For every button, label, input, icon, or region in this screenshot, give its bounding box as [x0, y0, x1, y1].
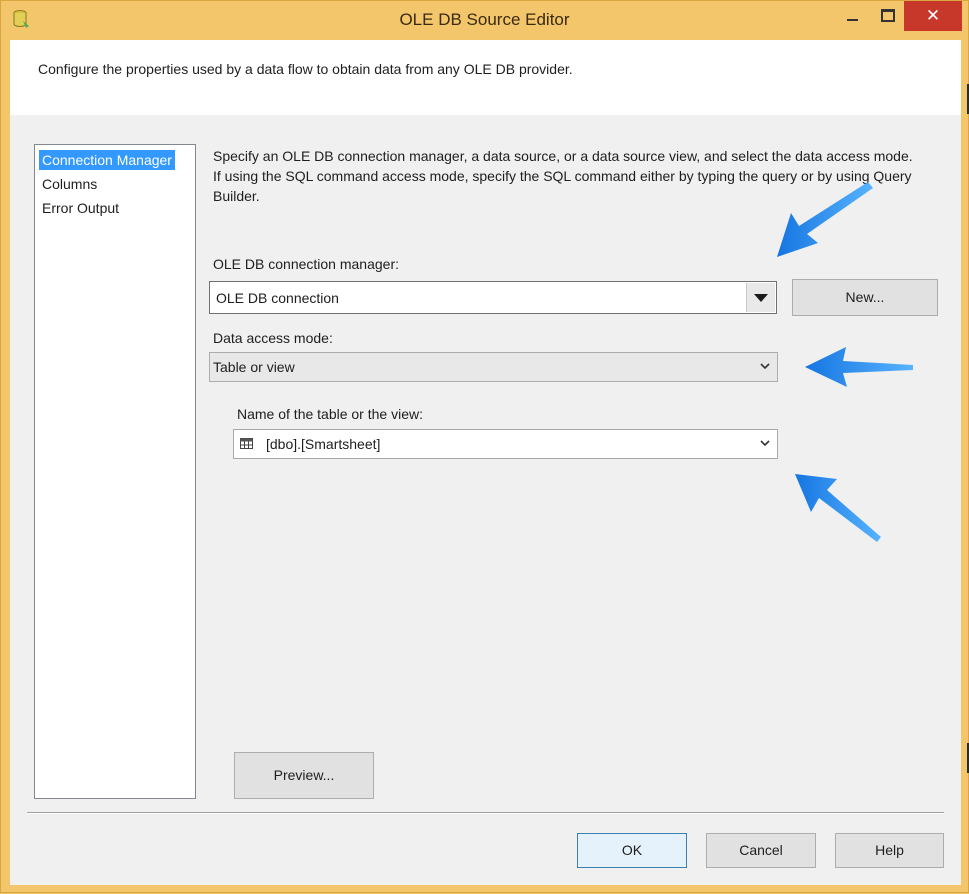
table-name-label: Name of the table or the view: — [237, 406, 423, 422]
header-description: Configure the properties used by a data … — [38, 61, 573, 77]
access-mode-combo[interactable]: Table or view — [209, 352, 778, 382]
instructions-text: Specify an OLE DB connection manager, a … — [213, 148, 913, 204]
help-button[interactable]: Help — [835, 833, 944, 868]
connection-manager-value: OLE DB connection — [216, 290, 339, 306]
header-band: Configure the properties used by a data … — [10, 40, 961, 115]
maximize-icon[interactable] — [869, 1, 905, 31]
page-nav-list: Connection Manager Columns Error Output — [34, 144, 196, 799]
dialog-client-area: Configure the properties used by a data … — [10, 40, 961, 885]
access-mode-label: Data access mode: — [213, 330, 333, 346]
access-mode-value: Table or view — [213, 359, 295, 375]
connection-manager-label: OLE DB connection manager: — [213, 256, 399, 272]
footer-divider — [27, 812, 944, 814]
table-name-value: [dbo].[Smartsheet] — [266, 436, 381, 452]
table-icon — [240, 438, 253, 449]
nav-item-columns[interactable]: Columns — [39, 174, 100, 194]
dialog-window: OLE DB Source Editor ✕ Configure the pro… — [0, 0, 969, 893]
ok-button[interactable]: OK — [577, 833, 687, 868]
title-bar[interactable]: OLE DB Source Editor ✕ — [1, 1, 968, 39]
preview-button[interactable]: Preview... — [234, 752, 374, 799]
connection-manager-combo[interactable]: OLE DB connection — [209, 281, 777, 314]
window-title: OLE DB Source Editor — [399, 10, 570, 29]
close-icon[interactable]: ✕ — [904, 1, 962, 31]
chevron-down-icon — [760, 440, 770, 447]
minimize-icon[interactable] — [833, 1, 873, 31]
cancel-button[interactable]: Cancel — [706, 833, 816, 868]
nav-item-connection-manager[interactable]: Connection Manager — [39, 150, 175, 170]
new-connection-button[interactable]: New... — [792, 279, 938, 316]
dropdown-arrow-icon[interactable] — [746, 283, 775, 312]
chevron-down-icon — [760, 363, 770, 370]
table-name-combo[interactable]: [dbo].[Smartsheet] — [233, 429, 778, 459]
nav-item-error-output[interactable]: Error Output — [39, 198, 122, 218]
